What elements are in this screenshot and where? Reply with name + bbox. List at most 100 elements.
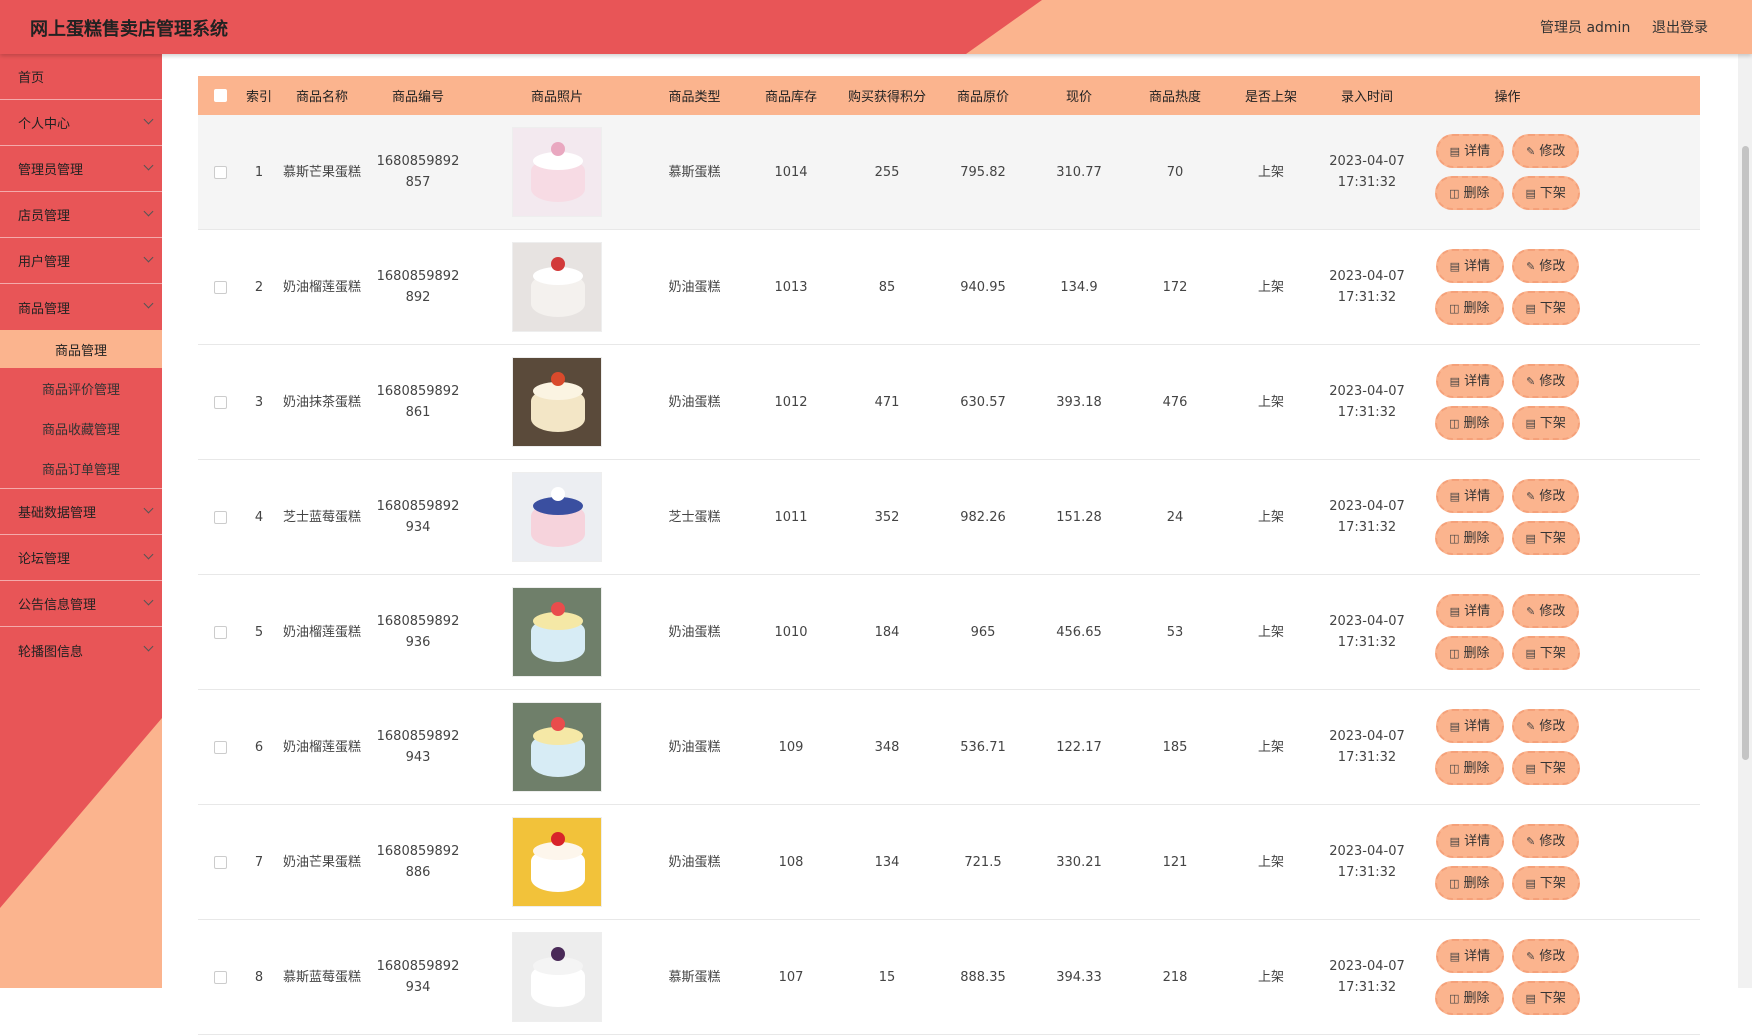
cell-code: 1680859892 861 [368,381,468,423]
sidebar-subitem-product-favorites[interactable]: 商品收藏管理 [0,408,162,448]
delete-button-label: 删除 [1463,645,1490,661]
edit-button-label: 修改 [1539,488,1566,504]
row-checkbox[interactable] [213,165,227,179]
detail-button[interactable]: ▤ 详情 [1435,134,1505,168]
cell-index: 1 [254,164,264,180]
sidebar-item-home[interactable]: 首页 [0,54,162,100]
chevron-down-icon [143,549,154,560]
product-photo[interactable] [512,357,602,447]
delete-button[interactable]: ◫ 删除 [1435,176,1504,210]
edit-button[interactable]: ✎ 修改 [1512,824,1580,858]
detail-button[interactable]: ▤ 详情 [1435,479,1505,513]
cell-name: 奶油抹茶蛋糕 [282,394,361,410]
sidebar-subitem-product-orders[interactable]: 商品订单管理 [0,448,162,488]
delete-button[interactable]: ◫ 删除 [1435,521,1504,555]
table-row[interactable]: 4 芝士蓝莓蛋糕 1680859892 934 芝士蛋糕 1011 352 982.26 151… [198,460,1700,575]
sidebar-item-staff[interactable]: 店员管理 [0,192,162,238]
offshelf-button[interactable]: ▤ 下架 [1511,176,1580,210]
cell-entry-date: 2023-04-07 [1329,269,1405,284]
edit-button[interactable]: ✎ 修改 [1512,479,1580,513]
delete-button[interactable]: ◫ 删除 [1435,291,1504,325]
trash-icon: ◫ [1449,301,1460,315]
sidebar-item-notices[interactable]: 公告信息管理 [0,581,162,627]
delete-button[interactable]: ◫ 删除 [1435,866,1504,900]
product-photo[interactable] [512,242,602,332]
col-header: 购买获得积分 [847,90,926,105]
delete-button[interactable]: ◫ 删除 [1435,406,1504,440]
cell-code: 1680859892 892 [368,266,468,308]
cell-entry-clock: 17:31:32 [1337,635,1397,650]
logout-link[interactable]: 退出登录 [1652,17,1708,37]
detail-button[interactable]: ▤ 详情 [1435,594,1505,628]
product-photo[interactable] [512,702,602,792]
offshelf-button[interactable]: ▤ 下架 [1511,751,1580,785]
sidebar-item-forum[interactable]: 论坛管理 [0,535,162,581]
offshelf-button[interactable]: ▤ 下架 [1511,406,1580,440]
offshelf-button[interactable]: ▤ 下架 [1511,291,1580,325]
detail-button[interactable]: ▤ 详情 [1435,939,1505,973]
sidebar-subitem-product-management[interactable]: 商品管理 [0,330,162,368]
detail-button[interactable]: ▤ 详情 [1435,824,1505,858]
offshelf-button[interactable]: ▤ 下架 [1511,636,1580,670]
table-row[interactable]: 1 慕斯芒果蛋糕 1680859892 857 慕斯蛋糕 1014 255 795.82 310… [198,115,1700,230]
delete-button[interactable]: ◫ 删除 [1435,751,1504,785]
product-photo[interactable] [512,817,602,907]
detail-button[interactable]: ▤ 详情 [1435,249,1505,283]
product-table: 索引 商品名称 商品编号 商品照片 商品类型 商品库存 购买获得积分 商品原价 … [198,76,1700,1035]
col-header: 商品热度 [1148,90,1201,105]
scrollbar-thumb[interactable] [1742,146,1749,760]
delete-button-label: 删除 [1463,760,1490,776]
edit-button[interactable]: ✎ 修改 [1512,709,1580,743]
delete-button[interactable]: ◫ 删除 [1435,636,1504,670]
product-photo[interactable] [512,127,602,217]
top-header: 网上蛋糕售卖店管理系统 管理员 admin 退出登录 [0,0,1752,54]
cell-entry-time: 2023-04-07 17:31:32 [1319,151,1415,193]
cell-shelf-status: 上架 [1257,854,1284,870]
sidebar-item-admins[interactable]: 管理员管理 [0,146,162,192]
delete-button[interactable]: ◫ 删除 [1435,981,1504,1015]
edit-button[interactable]: ✎ 修改 [1512,939,1580,973]
row-checkbox[interactable] [213,395,227,409]
offshelf-button[interactable]: ▤ 下架 [1511,981,1580,1015]
sidebar-item-users[interactable]: 用户管理 [0,238,162,284]
product-photo[interactable] [512,472,602,562]
edit-button[interactable]: ✎ 修改 [1512,594,1580,628]
table-row[interactable]: 3 奶油抹茶蛋糕 1680859892 861 奶油蛋糕 1012 471 630.57 393… [198,345,1700,460]
sidebar-subitem-product-reviews[interactable]: 商品评价管理 [0,368,162,408]
table-row[interactable]: 5 奶油榴莲蛋糕 1680859892 936 奶油蛋糕 1010 184 965 456.65… [198,575,1700,690]
table-row[interactable]: 7 奶油芒果蛋糕 1680859892 886 奶油蛋糕 108 134 721.5 330.2… [198,805,1700,920]
product-photo[interactable] [512,932,602,1022]
sidebar-item-products[interactable]: 商品管理 [0,284,162,330]
table-row[interactable]: 6 奶油榴莲蛋糕 1680859892 943 奶油蛋糕 109 348 536.71 122.… [198,690,1700,805]
cell-shelf-status: 上架 [1257,279,1284,295]
detail-button[interactable]: ▤ 详情 [1435,364,1505,398]
chevron-down-icon [143,114,154,125]
edit-button[interactable]: ✎ 修改 [1512,249,1580,283]
detail-button[interactable]: ▤ 详情 [1435,709,1505,743]
row-checkbox[interactable] [213,625,227,639]
table-row[interactable]: 8 慕斯蓝莓蛋糕 1680859892 934 慕斯蛋糕 107 15 888.35 394.3… [198,920,1700,1035]
row-checkbox[interactable] [213,740,227,754]
cake-decoration-shape [551,717,565,731]
offshelf-button[interactable]: ▤ 下架 [1511,866,1580,900]
row-checkbox[interactable] [213,280,227,294]
sidebar-item-carousel[interactable]: 轮播图信息 [0,627,162,673]
page-scrollbar[interactable] [1738,54,1752,988]
chevron-down-icon [143,252,154,263]
sidebar-item-personal[interactable]: 个人中心 [0,100,162,146]
product-photo[interactable] [512,587,602,677]
cell-entry-time: 2023-04-07 17:31:32 [1319,726,1415,768]
edit-button[interactable]: ✎ 修改 [1512,364,1580,398]
cell-index: 5 [254,624,264,640]
row-checkbox[interactable] [213,970,227,984]
cell-stock: 107 [778,969,804,985]
select-all-checkbox[interactable] [213,89,227,102]
table-row[interactable]: 2 奶油榴莲蛋糕 1680859892 892 奶油蛋糕 1013 85 940.95 134.… [198,230,1700,345]
offshelf-button[interactable]: ▤ 下架 [1511,521,1580,555]
row-checkbox[interactable] [213,510,227,524]
row-checkbox[interactable] [213,855,227,869]
edit-button[interactable]: ✎ 修改 [1512,134,1580,168]
cell-stock: 1010 [774,624,808,640]
sidebar-item-base-data[interactable]: 基础数据管理 [0,489,162,535]
cell-code-line1: 1680859892 [376,614,460,629]
